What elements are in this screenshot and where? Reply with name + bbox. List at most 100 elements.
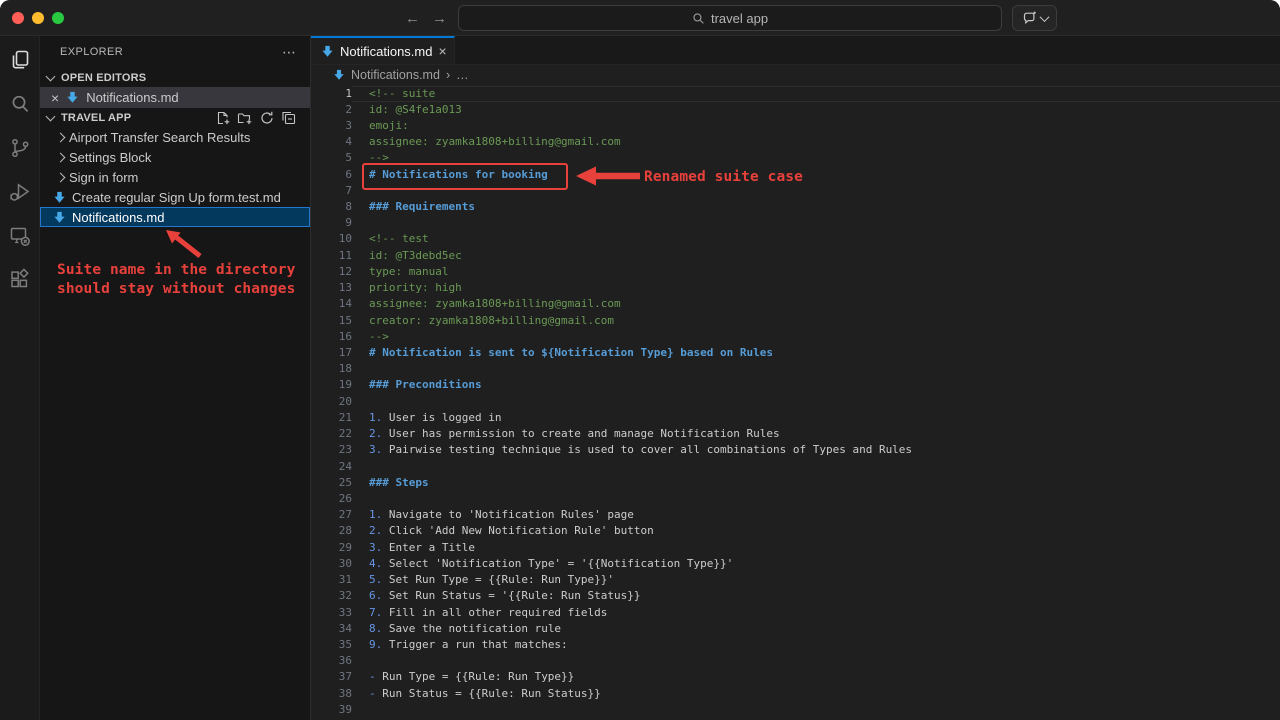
explorer-item-settings-block[interactable]: Settings Block <box>40 147 310 167</box>
explorer-item-sign-in-form[interactable]: Sign in form <box>40 167 310 187</box>
close-icon[interactable]: × <box>51 91 59 105</box>
code-line[interactable]: 8### Requirements <box>311 199 1280 215</box>
markdown-file-icon <box>66 91 79 104</box>
chevron-right-icon <box>56 172 66 182</box>
breadcrumb[interactable]: Notifications.md › … <box>311 65 1280 85</box>
code-line[interactable]: 293. Enter a Title <box>311 540 1280 556</box>
code-line[interactable]: 13priority: high <box>311 280 1280 296</box>
search-value: travel app <box>711 11 768 26</box>
minimize-window-button[interactable] <box>32 12 44 24</box>
close-window-button[interactable] <box>12 12 24 24</box>
line-number: 6 <box>311 167 352 183</box>
code-line[interactable]: 4assignee: zyamka1808+billing@gmail.com <box>311 134 1280 150</box>
code-line[interactable]: 26 <box>311 491 1280 507</box>
editor-group: Notifications.md × Notifications.md › … … <box>311 36 1280 720</box>
explorer-item-notifications-selected[interactable]: Notifications.md <box>40 207 310 227</box>
line-number: 26 <box>311 491 352 507</box>
line-number: 10 <box>311 231 352 247</box>
activity-extensions[interactable] <box>4 264 36 296</box>
code-line[interactable]: 25### Steps <box>311 475 1280 491</box>
code-line[interactable]: 11id: @T3debd5ec <box>311 248 1280 264</box>
open-editors-header[interactable]: OPEN EDITORS <box>40 68 310 87</box>
tab-notifications-md[interactable]: Notifications.md × <box>311 36 455 64</box>
new-folder-icon[interactable] <box>237 110 253 126</box>
code-line[interactable]: 18 <box>311 361 1280 377</box>
chevron-down-icon <box>1039 12 1049 22</box>
code-line[interactable]: 233. Pairwise testing technique is used … <box>311 442 1280 458</box>
code-line[interactable]: 19### Preconditions <box>311 377 1280 393</box>
line-number: 16 <box>311 329 352 345</box>
code-line[interactable]: 10<!-- test <box>311 231 1280 247</box>
more-actions-icon[interactable]: ⋯ <box>282 44 296 61</box>
code-line[interactable]: 304. Select 'Notification Type' = '{{Not… <box>311 556 1280 572</box>
code-line[interactable]: 3emoji: <box>311 118 1280 134</box>
code-line[interactable]: 326. Set Run Status = '{{Rule: Run Statu… <box>311 588 1280 604</box>
code-line[interactable]: 20 <box>311 394 1280 410</box>
chevron-right-icon <box>56 152 66 162</box>
code-line[interactable]: 14assignee: zyamka1808+billing@gmail.com <box>311 296 1280 312</box>
line-number: 29 <box>311 540 352 556</box>
line-number: 19 <box>311 377 352 393</box>
line-number: 38 <box>311 686 352 702</box>
code-line[interactable]: 348. Save the notification rule <box>311 621 1280 637</box>
command-center-search[interactable]: travel app <box>458 5 1002 31</box>
open-editor-item[interactable]: × Notifications.md <box>40 87 310 108</box>
remote-explorer-icon <box>8 224 32 248</box>
activity-explorer[interactable] <box>4 44 36 76</box>
code-line[interactable]: 211. User is logged in <box>311 410 1280 426</box>
code-line[interactable]: 2id: @S4fe1a013 <box>311 102 1280 118</box>
line-number: 37 <box>311 669 352 685</box>
refresh-icon[interactable] <box>259 110 275 126</box>
annotation-highlight-box <box>362 163 568 190</box>
collapse-folders-icon[interactable] <box>281 110 297 126</box>
extensions-icon <box>8 268 32 292</box>
line-number: 30 <box>311 556 352 572</box>
back-button[interactable]: ← <box>405 10 420 27</box>
code-line[interactable]: 24 <box>311 459 1280 475</box>
line-number: 22 <box>311 426 352 442</box>
line-number: 4 <box>311 134 352 150</box>
activity-remote-explorer[interactable] <box>4 220 36 252</box>
line-number: 8 <box>311 199 352 215</box>
code-line[interactable]: 282. Click 'Add New Notification Rule' b… <box>311 523 1280 539</box>
titlebar: ← → travel app <box>0 0 1280 36</box>
markdown-file-icon <box>53 211 66 224</box>
code-line[interactable]: 271. Navigate to 'Notification Rules' pa… <box>311 507 1280 523</box>
line-number: 3 <box>311 118 352 134</box>
code-line[interactable]: 222. User has permission to create and m… <box>311 426 1280 442</box>
code-line[interactable]: 17# Notification is sent to ${Notificati… <box>311 345 1280 361</box>
zoom-window-button[interactable] <box>52 12 64 24</box>
new-file-icon[interactable] <box>215 110 231 126</box>
code-line[interactable]: 37- Run Type = {{Rule: Run Type}} <box>311 669 1280 685</box>
explorer-item-create-regular-sign-up-form[interactable]: Create regular Sign Up form.test.md <box>40 187 310 207</box>
copilot-chat-button[interactable] <box>1012 5 1057 31</box>
activity-bar <box>0 36 40 720</box>
code-line[interactable]: 12type: manual <box>311 264 1280 280</box>
close-tab-icon[interactable]: × <box>438 43 446 59</box>
code-line[interactable]: 337. Fill in all other required fields <box>311 605 1280 621</box>
line-number: 2 <box>311 102 352 118</box>
code-line[interactable]: 315. Set Run Type = {{Rule: Run Type}}' <box>311 572 1280 588</box>
workspace-header[interactable]: TRAVEL APP <box>40 108 310 127</box>
line-number: 5 <box>311 150 352 166</box>
code-line[interactable]: 16--> <box>311 329 1280 345</box>
annotation-arrow-up-left-icon <box>158 226 206 262</box>
line-number: 11 <box>311 248 352 264</box>
activity-source-control[interactable] <box>4 132 36 164</box>
forward-button[interactable]: → <box>432 10 447 27</box>
code-line[interactable]: 9 <box>311 215 1280 231</box>
explorer-item-airport-transfer-search-results[interactable]: Airport Transfer Search Results <box>40 127 310 147</box>
code-line[interactable]: 359. Trigger a run that matches: <box>311 637 1280 653</box>
line-number: 14 <box>311 296 352 312</box>
debug-icon <box>8 180 32 204</box>
line-number: 36 <box>311 653 352 669</box>
line-number: 17 <box>311 345 352 361</box>
code-line[interactable]: 39 <box>311 702 1280 718</box>
code-line[interactable]: 38- Run Status = {{Rule: Run Status}} <box>311 686 1280 702</box>
traffic-lights <box>12 12 64 24</box>
code-line[interactable]: 15creator: zyamka1808+billing@gmail.com <box>311 313 1280 329</box>
code-line[interactable]: 1<!-- suite <box>311 86 1280 102</box>
activity-search[interactable] <box>4 88 36 120</box>
code-line[interactable]: 36 <box>311 653 1280 669</box>
activity-run-debug[interactable] <box>4 176 36 208</box>
